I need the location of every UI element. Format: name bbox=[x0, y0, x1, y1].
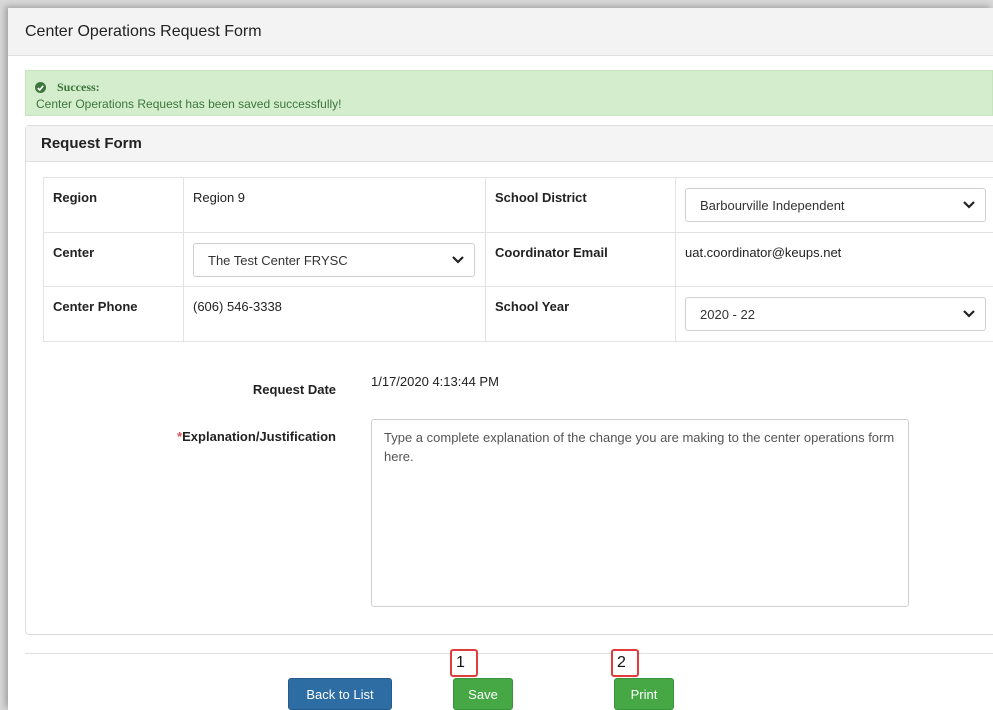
center-phone-label: Center Phone bbox=[43, 286, 184, 342]
panel-title: Request Form bbox=[26, 126, 993, 162]
table-row: Center Phone (606) 546-3338 School Year … bbox=[43, 286, 993, 342]
center-cell: The Test Center FRYSC bbox=[183, 232, 486, 287]
alert-message: Center Operations Request has been saved… bbox=[36, 97, 342, 111]
school-district-label: School District bbox=[485, 177, 676, 233]
center-label: Center bbox=[43, 232, 184, 287]
table-row: Region Region 9 School District Barbourv… bbox=[43, 177, 993, 233]
school-year-cell: 2020 - 22 bbox=[675, 286, 993, 342]
request-date-label: Request Date bbox=[252, 382, 336, 397]
page: Center Operations Request Form Success: … bbox=[8, 8, 993, 710]
center-phone-value: (606) 546-3338 bbox=[183, 286, 486, 342]
region-label: Region bbox=[43, 177, 184, 233]
divider bbox=[25, 653, 993, 654]
school-district-select[interactable]: Barbourville Independent bbox=[685, 188, 986, 222]
center-select[interactable]: The Test Center FRYSC bbox=[193, 243, 475, 277]
request-info-table: Region Region 9 School District Barbourv… bbox=[43, 177, 993, 342]
table-row: Center The Test Center FRYSC Coordinator… bbox=[43, 232, 993, 287]
chevron-down-icon bbox=[963, 201, 975, 209]
success-alert: Success: Center Operations Request has b… bbox=[25, 70, 993, 116]
callout-1: 1 bbox=[450, 649, 478, 677]
alert-heading: Success: bbox=[57, 80, 100, 94]
school-year-label: School Year bbox=[485, 286, 676, 342]
window-title-bar: Center Operations Request Form bbox=[8, 8, 993, 56]
callout-2: 2 bbox=[611, 649, 639, 677]
center-value: The Test Center FRYSC bbox=[208, 252, 348, 268]
print-button[interactable]: Print bbox=[614, 678, 674, 710]
school-year-select[interactable]: 2020 - 22 bbox=[685, 297, 986, 331]
explanation-label: Explanation/Justification bbox=[182, 429, 336, 444]
region-value: Region 9 bbox=[183, 177, 486, 233]
explanation-label-row: *Explanation/Justification bbox=[26, 429, 336, 444]
back-to-list-button[interactable]: Back to List bbox=[288, 678, 392, 710]
save-button[interactable]: Save bbox=[453, 678, 513, 710]
chevron-down-icon bbox=[452, 256, 464, 264]
school-district-value: Barbourville Independent bbox=[700, 197, 845, 213]
coordinator-email-value: uat.coordinator@keups.net bbox=[675, 232, 993, 287]
check-circle-icon bbox=[35, 82, 46, 93]
request-form-panel: Request Form Region Region 9 School Dist… bbox=[25, 125, 993, 635]
school-year-value: 2020 - 22 bbox=[700, 306, 755, 322]
window-title: Center Operations Request Form bbox=[25, 22, 262, 40]
request-date-value: 1/17/2020 4:13:44 PM bbox=[371, 374, 499, 389]
explanation-textarea[interactable]: Type a complete explanation of the chang… bbox=[371, 419, 909, 607]
coordinator-email-label: Coordinator Email bbox=[485, 232, 676, 287]
school-district-cell: Barbourville Independent bbox=[675, 177, 993, 233]
chevron-down-icon bbox=[963, 310, 975, 318]
